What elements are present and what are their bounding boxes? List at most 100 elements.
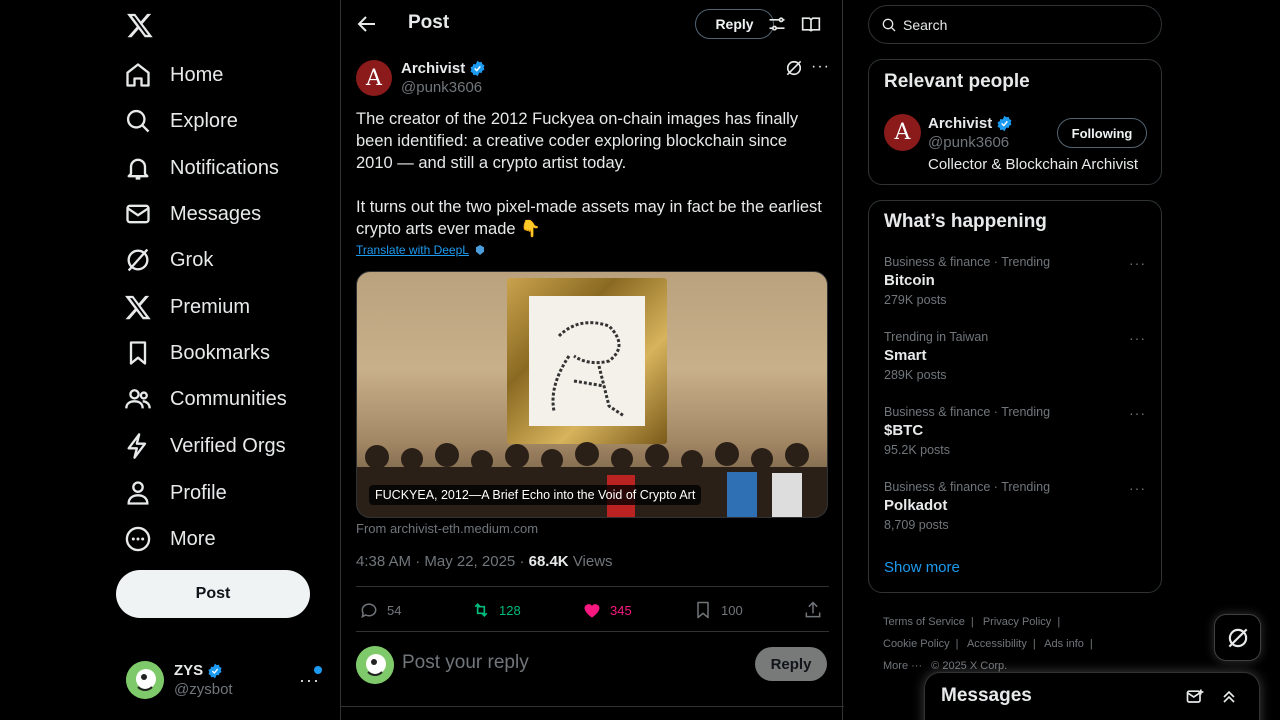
more-dots-icon[interactable]: ··· (1129, 480, 1146, 496)
footer-link-cookie[interactable]: Cookie Policy (883, 638, 950, 650)
footer-link-privacy[interactable]: Privacy Policy (983, 616, 1051, 628)
author-name[interactable]: Archivist (401, 60, 486, 77)
footer-link-terms[interactable]: Terms of Service (883, 616, 965, 628)
share-action[interactable] (803, 598, 823, 622)
post-header: Post Reply (341, 0, 844, 48)
grok-floating-button[interactable] (1214, 614, 1261, 661)
deepl-icon (475, 245, 484, 255)
post-meta: 4:38 AM · May 22, 2025 · 68.4K Views (356, 553, 613, 570)
nav-label: Profile (170, 481, 227, 504)
person-icon (127, 481, 149, 505)
nav-communities[interactable]: Communities (124, 377, 287, 421)
trend-item[interactable]: Business & finance · Trending Bitcoin 27… (884, 255, 1154, 319)
nav-label: Grok (170, 248, 214, 271)
footer-link-ads[interactable]: Ads info (1044, 638, 1084, 650)
nav-bookmarks[interactable]: Bookmarks (124, 331, 270, 375)
search-input[interactable]: Search (903, 17, 947, 33)
notification-dot (314, 666, 322, 674)
nav-verified-orgs[interactable]: Verified Orgs (124, 424, 286, 468)
grok-icon (127, 248, 149, 272)
divider (356, 631, 829, 632)
header-reply-button[interactable]: Reply (695, 9, 774, 39)
account-handle: @zysbot (174, 681, 233, 698)
verified-badge-icon (470, 60, 485, 77)
following-button[interactable]: Following (1057, 118, 1147, 148)
mail-icon (126, 204, 150, 224)
nav-messages[interactable]: Messages (124, 192, 261, 236)
verified-badge-icon (997, 115, 1012, 132)
nav-more[interactable]: More (124, 517, 216, 561)
trend-item[interactable]: Trending in Taiwan Smart 289K posts ··· (884, 330, 1154, 394)
bell-icon (127, 158, 149, 180)
reader-mode-icon[interactable] (801, 14, 821, 34)
post-image[interactable]: FUCKYEA, 2012—A Brief Echo into the Void… (356, 271, 828, 518)
post-text-paragraph: The creator of the 2012 Fuckyea on-chain… (356, 110, 799, 172)
bookmark-action[interactable]: 100 (693, 598, 743, 622)
bookmark-icon (129, 341, 147, 365)
translate-link[interactable]: Translate with DeepL (356, 243, 486, 257)
app-root: Home Explore Notifications Messages Grok… (0, 0, 1280, 720)
person-name[interactable]: Archivist (928, 115, 1013, 132)
trends-card: What’s happening Business & finance · Tr… (868, 200, 1162, 593)
footer-copyright: © 2025 X Corp. (931, 660, 1008, 672)
meta-separator: · (519, 553, 529, 570)
translate-label: Translate with DeepL (356, 243, 469, 257)
repost-icon (474, 602, 488, 618)
more-dots-icon[interactable]: ··· (1129, 330, 1146, 346)
chevron-up-icon[interactable] (1219, 687, 1239, 707)
nav-label: Verified Orgs (170, 434, 286, 457)
repost-action[interactable]: 128 (471, 598, 521, 622)
trend-item[interactable]: Business & finance · Trending $BTC 95.2K… (884, 405, 1154, 469)
x-logo-icon[interactable] (124, 8, 156, 42)
footer-link-accessibility[interactable]: Accessibility (967, 638, 1027, 650)
grok-icon[interactable] (784, 58, 804, 78)
trend-count: 289K posts (884, 368, 947, 382)
nav-explore[interactable]: Explore (124, 99, 238, 143)
compose-post-button[interactable]: Post (116, 570, 310, 618)
avatar[interactable]: A (884, 114, 921, 151)
trend-item[interactable]: Business & finance · Trending Polkadot 8… (884, 480, 1154, 544)
trend-title: Smart (884, 347, 927, 364)
show-more-link[interactable]: Show more (884, 559, 960, 576)
nav-premium[interactable]: Premium (124, 285, 250, 329)
person-name-text: Archivist (928, 115, 993, 132)
account-switcher[interactable]: ZYS @zysbot ··· (126, 658, 326, 702)
sliders-icon[interactable] (767, 14, 787, 34)
search-box[interactable]: Search (868, 5, 1162, 44)
like-action[interactable]: 345 (582, 598, 632, 622)
account-name-text: ZYS (174, 662, 204, 679)
reply-icon (361, 603, 377, 619)
author-handle[interactable]: @punk3606 (401, 79, 482, 96)
trend-title: $BTC (884, 422, 924, 439)
nav-label: Notifications (170, 156, 279, 179)
like-count: 345 (610, 602, 632, 618)
author-avatar[interactable]: A (356, 60, 392, 96)
link-source[interactable]: From archivist-eth.medium.com (356, 521, 538, 536)
page-title: Post (408, 12, 450, 33)
more-dots-icon[interactable]: ··· (1129, 255, 1146, 271)
right-sidebar: Search Relevant people A Archivist @punk… (868, 0, 1162, 720)
trend-count: 95.2K posts (884, 443, 951, 457)
author-name-text: Archivist (401, 60, 466, 77)
nav-notifications[interactable]: Notifications (124, 146, 279, 190)
nav-home[interactable]: Home (124, 53, 223, 97)
home-icon (126, 63, 150, 87)
more-dots-icon[interactable]: ··· (1129, 405, 1146, 421)
crowd-silhouette (357, 442, 827, 517)
main-column: Post Reply A Archivist @punk3606 ··· The… (340, 0, 844, 720)
messages-drawer[interactable]: Messages (924, 672, 1260, 720)
reply-count: 54 (387, 602, 402, 618)
footer-more[interactable]: More ··· (883, 660, 922, 672)
nav-profile[interactable]: Profile (124, 471, 227, 515)
reply-input[interactable]: Post your reply (402, 652, 529, 674)
nav-grok[interactable]: Grok (124, 238, 213, 282)
nav-label: Premium (170, 295, 251, 318)
person-handle[interactable]: @punk3606 (928, 134, 1009, 151)
footer-separator: | (1057, 616, 1061, 628)
reply-action[interactable]: 54 (359, 598, 401, 622)
post-timestamp[interactable]: 4:38 AM · May 22, 2025 (356, 553, 515, 570)
reply-submit-button[interactable]: Reply (755, 647, 827, 681)
new-message-icon[interactable] (1185, 687, 1205, 707)
more-dots-icon[interactable]: ··· (811, 58, 830, 76)
back-arrow-icon[interactable] (355, 12, 379, 36)
